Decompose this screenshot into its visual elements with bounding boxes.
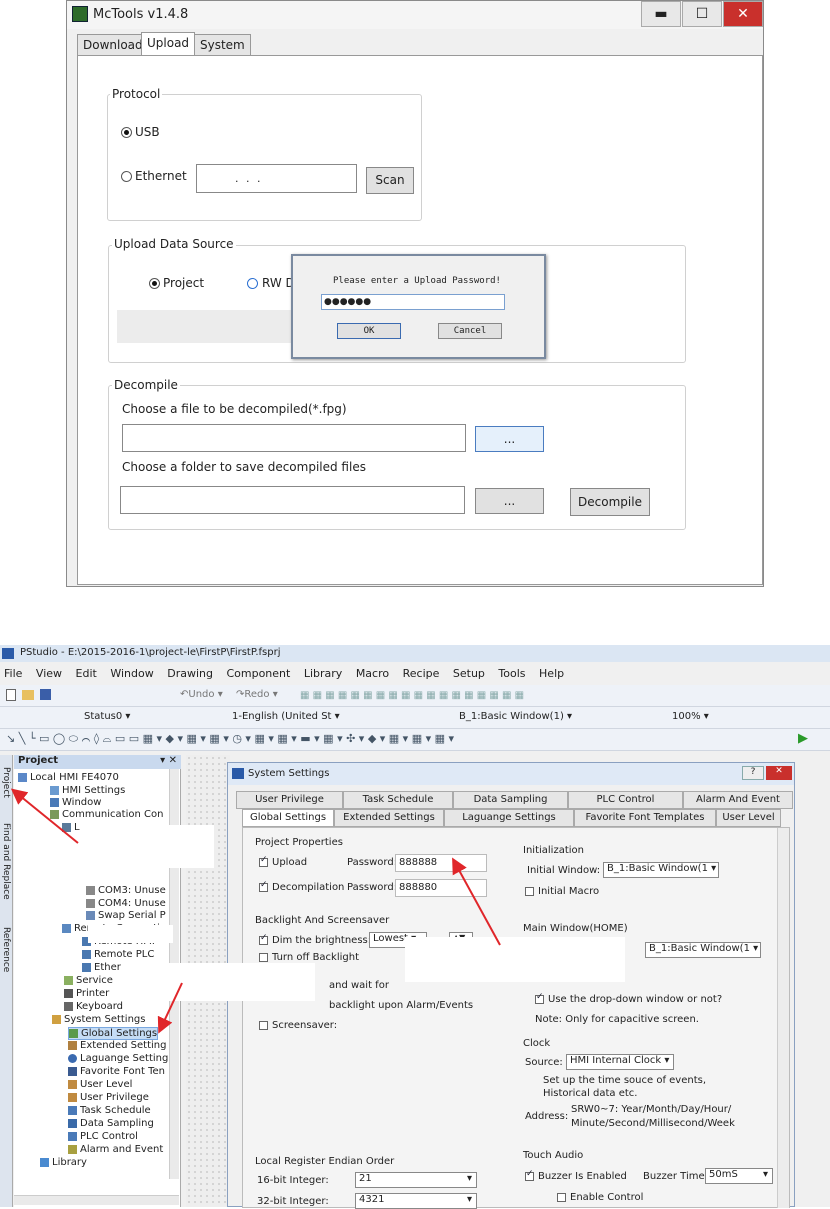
folder-path-input[interactable] (120, 486, 465, 514)
pstudio-window: PStudio - E:\2015-2016-1\project-le\Firs… (0, 645, 830, 1209)
ok-button[interactable]: OK (337, 323, 401, 339)
decompile-label: Decompile (112, 378, 180, 392)
upload-source-label: Upload Data Source (112, 237, 236, 251)
rw-radio[interactable] (247, 278, 258, 289)
tab-system[interactable]: System (194, 34, 251, 56)
tab-download[interactable]: Download (77, 34, 149, 56)
window-title: McTools v1.4.8 (93, 7, 189, 22)
tab-upload[interactable]: Upload (141, 32, 196, 56)
usb-radio[interactable] (121, 127, 132, 138)
progress-area (117, 310, 297, 343)
file-path-input[interactable] (122, 424, 466, 452)
password-dialog: Please enter a Upload Password! ●●●●●● O… (291, 254, 546, 359)
project-label: Project (163, 276, 205, 290)
scan-button[interactable]: Scan (366, 167, 414, 194)
cancel-button[interactable]: Cancel (438, 323, 502, 339)
project-radio[interactable] (149, 278, 160, 289)
folder-prompt: Choose a folder to save decompiled files (122, 460, 366, 474)
decompile-button[interactable]: Decompile (570, 488, 650, 516)
arrow-to-global-settings (157, 982, 183, 1034)
ethernet-label: Ethernet (135, 169, 187, 183)
annotation-arrows (10, 788, 501, 1034)
file-prompt: Choose a file to be decompiled(*.fpg) (122, 402, 347, 416)
ethernet-radio[interactable] (121, 171, 132, 182)
close-button[interactable]: ✕ (723, 1, 763, 27)
browse-folder-button[interactable]: ... (475, 488, 544, 514)
maximize-button[interactable]: ☐ (682, 1, 722, 27)
app-icon (72, 6, 88, 22)
ip-address-field[interactable]: . . . (196, 164, 357, 193)
protocol-group (107, 94, 422, 221)
browse-file-button[interactable]: ... (475, 426, 544, 452)
protocol-label: Protocol (110, 87, 163, 101)
minimize-button[interactable]: ▬ (641, 1, 681, 27)
title-bar: McTools v1.4.8 ▬ ☐ ✕ (67, 1, 763, 29)
password-input[interactable]: ●●●●●● (321, 294, 505, 310)
arrow-to-upload-password (452, 857, 501, 946)
rw-label: RW D (262, 276, 295, 290)
dialog-message: Please enter a Upload Password! (333, 276, 501, 286)
usb-label: USB (135, 125, 160, 139)
arrow-to-project-tab (10, 788, 79, 844)
